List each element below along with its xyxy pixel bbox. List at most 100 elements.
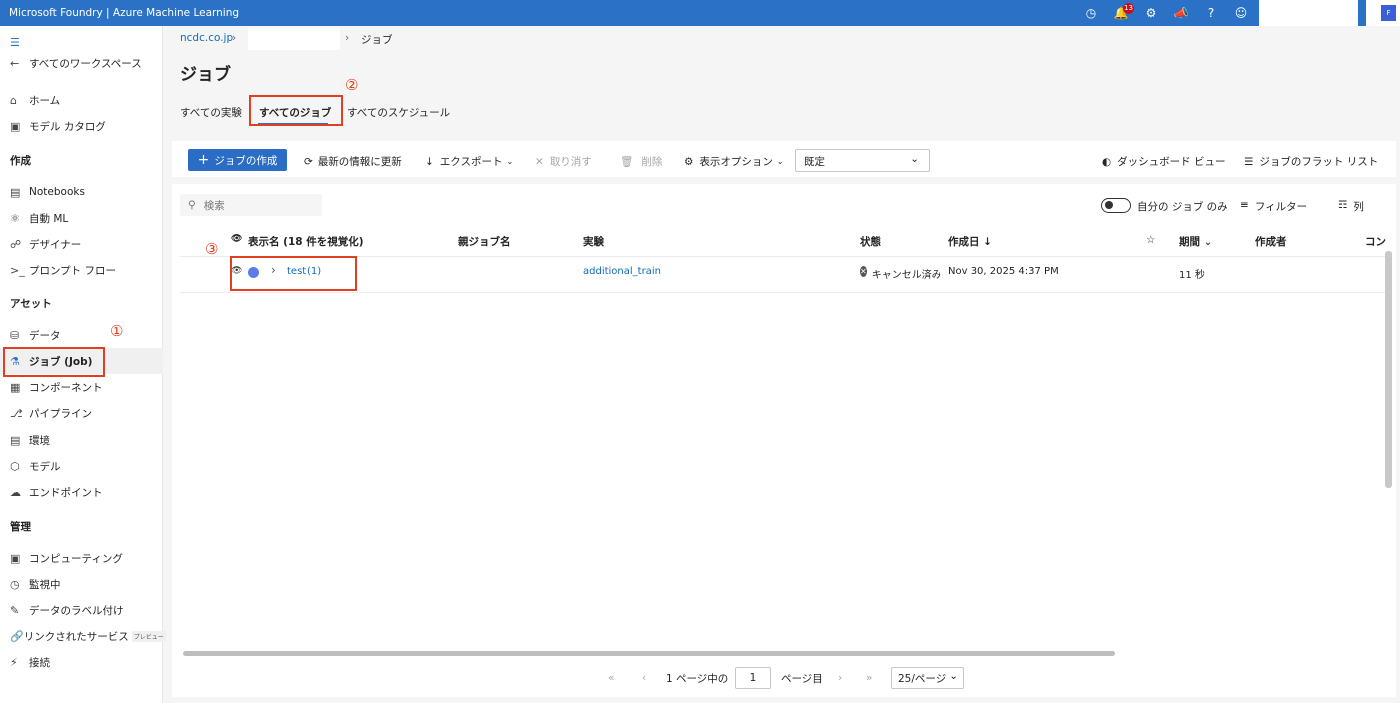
experiment-link[interactable]: additional_train: [583, 266, 661, 277]
create-job-label: ジョブの作成: [214, 154, 278, 167]
col-creator[interactable]: 作成者: [1255, 234, 1287, 249]
environment-icon: ▤: [10, 433, 21, 447]
col-created[interactable]: 作成日 ↓: [948, 234, 992, 249]
col-experiment[interactable]: 実験: [583, 234, 604, 249]
vertical-scrollbar[interactable]: [1385, 251, 1392, 488]
status-cell: ✕ キャンセル済み: [860, 266, 940, 281]
tab-all-schedules[interactable]: すべてのスケジュール: [347, 105, 450, 120]
sidebar-label: すべてのワークスペース: [29, 57, 142, 70]
sidebar-item-model-catalog[interactable]: ▣ モデル カタログ: [0, 113, 163, 139]
sidebar-label: デザイナー: [29, 238, 82, 251]
breadcrumb-current: ジョブ: [361, 34, 393, 46]
sidebar-label: 監視中: [29, 578, 61, 591]
sidebar-item-notebooks[interactable]: ▤ Notebooks: [0, 179, 163, 205]
list-icon: ☰: [1244, 155, 1254, 168]
sidebar-item-connections[interactable]: ⚡ 接続: [0, 649, 163, 675]
col-duration-label: 期間: [1179, 236, 1200, 248]
sidebar-item-pipelines[interactable]: ⎇ パイプライン: [0, 400, 163, 426]
chevron-down-icon: ⌄: [1203, 236, 1213, 248]
sidebar-item-back[interactable]: ← すべてのワークスペース: [0, 50, 163, 76]
clock-icon[interactable]: ◷: [1076, 0, 1106, 26]
gear-icon[interactable]: ⚙: [1136, 0, 1166, 26]
smiley-icon[interactable]: ☺: [1226, 0, 1256, 26]
page-title: ジョブ: [180, 65, 231, 85]
sidebar-label: モデル: [29, 460, 61, 473]
eye-icon[interactable]: 👁: [231, 234, 242, 244]
export-label: エクスポート: [439, 156, 503, 168]
sidebar-item-compute[interactable]: ▣ コンピューティング: [0, 545, 163, 571]
sidebar-item-endpoints[interactable]: ☁ エンドポイント: [0, 479, 163, 505]
first-page-button[interactable]: «: [608, 666, 614, 690]
delete-button[interactable]: 🗑 削除: [620, 154, 662, 169]
sidebar-item-labeling[interactable]: ✎ データのラベル付け: [0, 597, 163, 623]
breadcrumb-org[interactable]: ncdc.co.jp: [180, 32, 233, 44]
col-display-name[interactable]: 表示名 (18 件を視覚化): [248, 234, 364, 249]
help-icon[interactable]: ?: [1196, 0, 1226, 26]
sidebar-item-data[interactable]: ⛁ データ: [0, 322, 163, 348]
columns-label: 列: [1353, 201, 1364, 213]
link-icon: 🔗: [10, 629, 24, 643]
gauge-icon: ◷: [10, 577, 20, 591]
star-icon[interactable]: ☆: [1146, 234, 1155, 246]
sidebar-item-models[interactable]: ⬡ モデル: [0, 453, 163, 479]
bell-icon[interactable]: 🔔 13: [1106, 0, 1136, 26]
last-page-button[interactable]: »: [866, 666, 872, 690]
col-duration[interactable]: 期間 ⌄: [1179, 234, 1212, 249]
account-box[interactable]: [1259, 0, 1358, 26]
chevron-down-icon: ⌄: [776, 157, 784, 166]
flat-list-button[interactable]: ☰ ジョブのフラット リスト: [1244, 154, 1378, 169]
plug-icon: ⚡: [10, 655, 18, 669]
tab-all-experiments[interactable]: すべての実験: [180, 105, 242, 120]
pipeline-icon: ⎇: [10, 406, 23, 420]
col-parent-job[interactable]: 親ジョブ名: [458, 234, 511, 249]
create-job-button[interactable]: + ジョブの作成: [188, 149, 287, 171]
page-size-select[interactable]: 25/ページ ⌄: [891, 667, 964, 689]
filter-button[interactable]: ≡ フィルター: [1240, 199, 1307, 214]
component-icon: ▦: [10, 380, 21, 394]
megaphone-icon[interactable]: 📣: [1166, 0, 1196, 26]
columns-button[interactable]: ☶ 列: [1338, 199, 1364, 214]
sidebar-label: プロンプト フロー: [29, 264, 117, 277]
breadcrumb-workspace[interactable]: [248, 28, 340, 50]
sidebar-item-components[interactable]: ▦ コンポーネント: [0, 374, 163, 400]
page-number-input[interactable]: 1: [735, 667, 771, 689]
annotation-marker-1: ①: [110, 322, 124, 340]
dashboard-view-button[interactable]: ◐ ダッシュボード ビュー: [1102, 154, 1226, 169]
col-compute[interactable]: コン: [1365, 234, 1386, 249]
horizontal-scrollbar[interactable]: [183, 651, 1115, 656]
sidebar-item-environments[interactable]: ▤ 環境: [0, 427, 163, 453]
sidebar-section-assets: アセット: [10, 298, 52, 310]
automl-icon: ⚛: [10, 211, 20, 225]
my-jobs-toggle[interactable]: [1101, 198, 1131, 213]
annotation-box-2: [249, 95, 343, 126]
export-button[interactable]: ↓ エクスポート ⌄: [425, 154, 513, 169]
sidebar-item-monitoring[interactable]: ◷ 監視中: [0, 571, 163, 597]
view-options-label: 表示オプション: [699, 156, 773, 168]
hamburger-icon: ☰: [10, 35, 20, 49]
sidebar-item-automl[interactable]: ⚛ 自動 ML: [0, 205, 163, 231]
breadcrumb-separator-1: ›: [232, 32, 237, 44]
sidebar-item-designer[interactable]: ☍ デザイナー: [0, 231, 163, 257]
download-icon: ↓: [425, 155, 434, 168]
view-options-button[interactable]: ⚙ 表示オプション ⌄: [684, 154, 784, 169]
sidebar-label: コンポーネント: [29, 381, 103, 394]
annotation-marker-2: ②: [345, 76, 359, 94]
sidebar-item-linked-services[interactable]: 🔗 リンクされたサービス プレビュー: [0, 623, 166, 649]
search-input[interactable]: ⚲ 検索: [180, 194, 322, 216]
cancel-button[interactable]: ✕ 取り消す: [535, 154, 592, 169]
prev-page-button[interactable]: ‹: [642, 666, 646, 690]
view-select[interactable]: 既定 ⌄: [795, 149, 930, 172]
next-page-button[interactable]: ›: [838, 666, 842, 690]
sidebar-item-prompt-flow[interactable]: >_ プロンプト フロー: [0, 257, 163, 283]
avatar[interactable]: F: [1381, 5, 1396, 21]
sidebar-item-home[interactable]: ⌂ ホーム: [0, 87, 163, 113]
chevron-down-icon: ⌄: [506, 157, 514, 166]
col-status[interactable]: 状態: [860, 234, 881, 249]
close-icon: ✕: [535, 155, 544, 168]
catalog-icon: ▣: [10, 119, 21, 133]
refresh-button[interactable]: ⟳ 最新の情報に更新: [304, 154, 402, 169]
dashboard-icon: ◐: [1102, 155, 1112, 168]
sidebar-label: データ: [29, 329, 61, 342]
home-icon: ⌂: [10, 93, 17, 107]
cloud-icon: ☁: [10, 485, 21, 499]
